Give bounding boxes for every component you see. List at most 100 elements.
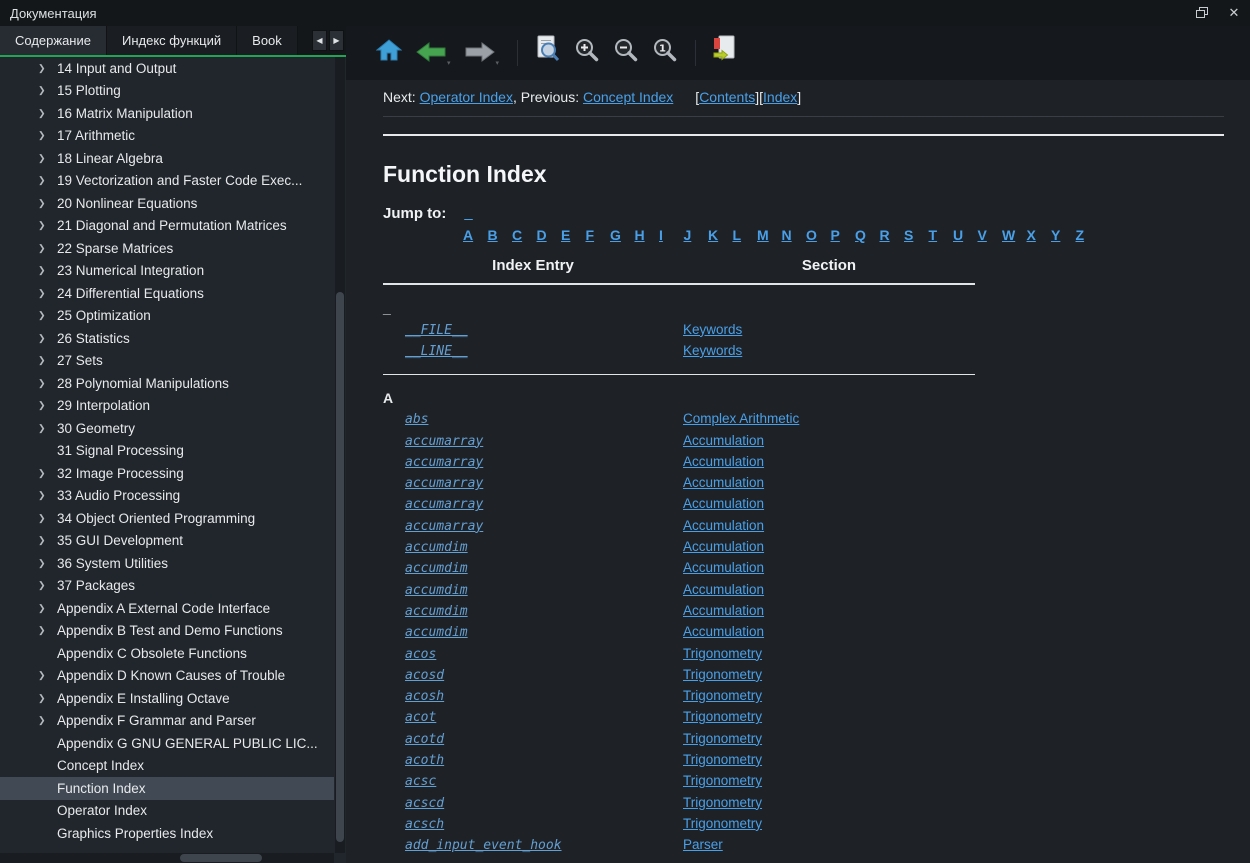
sidebar-vertical-scrollbar-thumb[interactable] [336,292,344,842]
function-link[interactable]: accumdim [405,625,468,640]
back-history-dropdown-icon[interactable]: ▾ [447,59,451,67]
jump-letter-I[interactable]: I [659,227,684,243]
tree-item[interactable]: ❯Appendix F Grammar and Parser [0,710,334,733]
section-link[interactable]: Trigonometry [683,688,762,703]
jump-letter-D[interactable]: D [537,227,562,243]
section-link[interactable]: Trigonometry [683,795,762,810]
tree-item[interactable]: ❯Appendix B Test and Demo Functions [0,620,334,643]
chevron-right-icon[interactable]: ❯ [38,310,57,321]
jump-letter-J[interactable]: J [684,227,709,243]
section-link[interactable]: Trigonometry [683,646,762,661]
find-button[interactable] [530,35,564,71]
section-link[interactable]: Accumulation [683,603,764,618]
tree-item[interactable]: ❯30 Geometry [0,417,334,440]
section-link[interactable]: Trigonometry [683,773,762,788]
back-button[interactable]: ▾ [412,35,455,71]
tree-item[interactable]: ❯15 Plotting [0,80,334,103]
tree-item[interactable]: ❯19 Vectorization and Faster Code Exec..… [0,170,334,193]
jump-letter-M[interactable]: M [757,227,782,243]
restore-button[interactable] [1186,0,1218,26]
zoom-in-button[interactable] [570,35,603,71]
chevron-right-icon[interactable]: ❯ [38,400,57,411]
chevron-right-icon[interactable]: ❯ [38,85,57,96]
tree-item[interactable]: ❯18 Linear Algebra [0,147,334,170]
function-link[interactable]: add_input_event_hook [405,838,562,853]
tree-item[interactable]: Operator Index [0,800,334,823]
contents-link[interactable]: Contents [699,89,755,105]
chevron-right-icon[interactable]: ❯ [38,580,57,591]
tree-item[interactable]: ❯25 Optimization [0,305,334,328]
jump-letter-A[interactable]: A [463,227,488,243]
chevron-right-icon[interactable]: ❯ [38,288,57,299]
chevron-right-icon[interactable]: ❯ [38,355,57,366]
tree-item[interactable]: Concept Index [0,755,334,778]
section-link[interactable]: Accumulation [683,433,764,448]
jump-letter-B[interactable]: B [488,227,513,243]
home-button[interactable] [372,35,406,71]
function-link[interactable]: accumarray [405,455,483,470]
section-link[interactable]: Accumulation [683,582,764,597]
jump-letter-C[interactable]: C [512,227,537,243]
tab-contents[interactable]: Содержание [0,26,107,55]
tree-item[interactable]: ❯21 Diagonal and Permutation Matrices [0,215,334,238]
tree-item[interactable]: ❯14 Input and Output [0,57,334,80]
jump-letter-V[interactable]: V [978,227,1003,243]
chevron-right-icon[interactable]: ❯ [38,63,57,74]
tree-item[interactable]: ❯26 Statistics [0,327,334,350]
function-link[interactable]: acos [405,647,436,662]
jump-letter-Y[interactable]: Y [1051,227,1076,243]
tree-item[interactable]: Graphics Properties Index [0,822,334,845]
function-link[interactable]: accumdim [405,604,468,619]
tree-item[interactable]: ❯Appendix E Installing Octave [0,687,334,710]
tree-item[interactable]: ❯Appendix D Known Causes of Trouble [0,665,334,688]
function-link[interactable]: accumdim [405,540,468,555]
section-link[interactable]: Complex Arithmetic [683,411,799,426]
function-link[interactable]: acsch [405,817,444,832]
tree-item[interactable]: ❯17 Arithmetic [0,125,334,148]
function-link[interactable]: __FILE__ [405,323,468,338]
tree-item[interactable]: Appendix G GNU GENERAL PUBLIC LIC... [0,732,334,755]
chevron-right-icon[interactable]: ❯ [38,243,57,254]
close-button[interactable]: ✕ [1218,0,1250,26]
next-link[interactable]: Operator Index [420,89,513,105]
function-link[interactable]: abs [405,412,428,427]
chevron-right-icon[interactable]: ❯ [38,175,57,186]
chevron-right-icon[interactable]: ❯ [38,130,57,141]
chevron-right-icon[interactable]: ❯ [38,535,57,546]
zoom-out-button[interactable] [609,35,642,71]
section-link[interactable]: Trigonometry [683,667,762,682]
section-link[interactable]: Accumulation [683,454,764,469]
jump-letter-U[interactable]: U [953,227,978,243]
tree-item[interactable]: Appendix C Obsolete Functions [0,642,334,665]
chevron-right-icon[interactable]: ❯ [38,108,57,119]
function-link[interactable]: acsc [405,774,436,789]
tree-item[interactable]: ❯20 Nonlinear Equations [0,192,334,215]
section-link[interactable]: Keywords [683,343,742,358]
jump-letter-Z[interactable]: Z [1076,227,1101,243]
tree-item[interactable]: ❯34 Object Oriented Programming [0,507,334,530]
section-link[interactable]: Parser [683,837,723,852]
tree-item[interactable]: ❯24 Differential Equations [0,282,334,305]
function-link[interactable]: acoth [405,753,444,768]
function-link[interactable]: acosh [405,689,444,704]
tree-item[interactable]: ❯22 Sparse Matrices [0,237,334,260]
jump-letter-O[interactable]: O [806,227,831,243]
tree-item[interactable]: ❯33 Audio Processing [0,485,334,508]
tree-item[interactable]: ❯16 Matrix Manipulation [0,102,334,125]
jump-letter-X[interactable]: X [1027,227,1052,243]
function-link[interactable]: accumarray [405,476,483,491]
tree-item[interactable]: ❯29 Interpolation [0,395,334,418]
jump-letter-T[interactable]: T [929,227,954,243]
jump-letter-underscore[interactable]: _ [464,205,472,222]
function-link[interactable]: accumarray [405,497,483,512]
chevron-right-icon[interactable]: ❯ [38,220,57,231]
section-link[interactable]: Trigonometry [683,816,762,831]
chevron-right-icon[interactable]: ❯ [38,625,57,636]
section-link[interactable]: Accumulation [683,624,764,639]
index-link[interactable]: Index [763,89,797,105]
tree-item[interactable]: ❯35 GUI Development [0,530,334,553]
function-link[interactable]: __LINE__ [405,344,468,359]
section-link[interactable]: Accumulation [683,560,764,575]
sidebar-vertical-scrollbar[interactable] [335,57,345,853]
tree-item[interactable]: ❯27 Sets [0,350,334,373]
